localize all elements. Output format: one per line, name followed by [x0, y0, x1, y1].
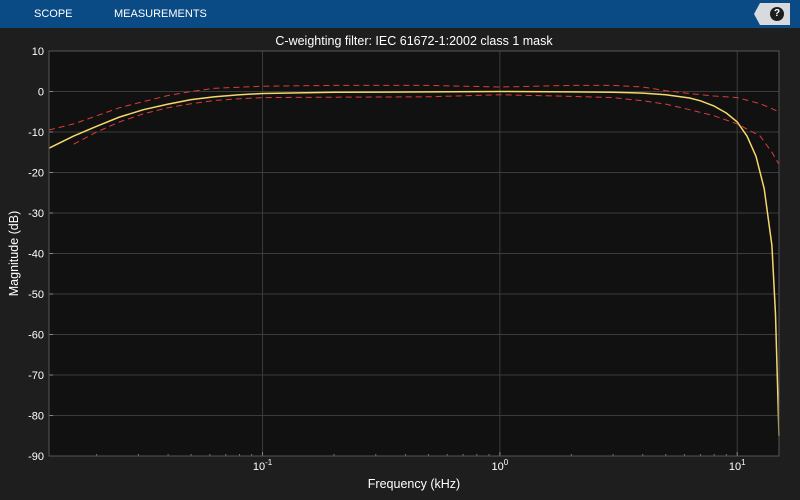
y-tick-label: -30 — [28, 208, 44, 220]
y-axis-label: Magnitude (dB) — [7, 211, 21, 296]
x-tick-label: 101 — [729, 458, 746, 473]
y-tick-label: -20 — [28, 168, 44, 180]
y-tick-label: -50 — [28, 289, 44, 301]
y-tick-label: -10 — [28, 127, 44, 139]
y-tick-label: -70 — [28, 370, 44, 382]
x-tick-label: 10-1 — [253, 458, 273, 473]
y-tick-label: -60 — [28, 330, 44, 342]
y-tick-label: -90 — [28, 451, 44, 463]
x-tick-label: 100 — [492, 458, 509, 473]
x-axis-label: Frequency (kHz) — [368, 477, 460, 491]
y-tick-label: -40 — [28, 249, 44, 261]
chart-title: C-weighting filter: IEC 61672-1:2002 cla… — [275, 34, 553, 48]
y-tick-label: 10 — [32, 46, 44, 58]
y-tick-label: -80 — [28, 411, 44, 423]
chart: 100-10-20-30-40-50-60-70-80-9010-1 100 101… — [7, 34, 780, 491]
y-tick-label: 0 — [38, 87, 44, 99]
